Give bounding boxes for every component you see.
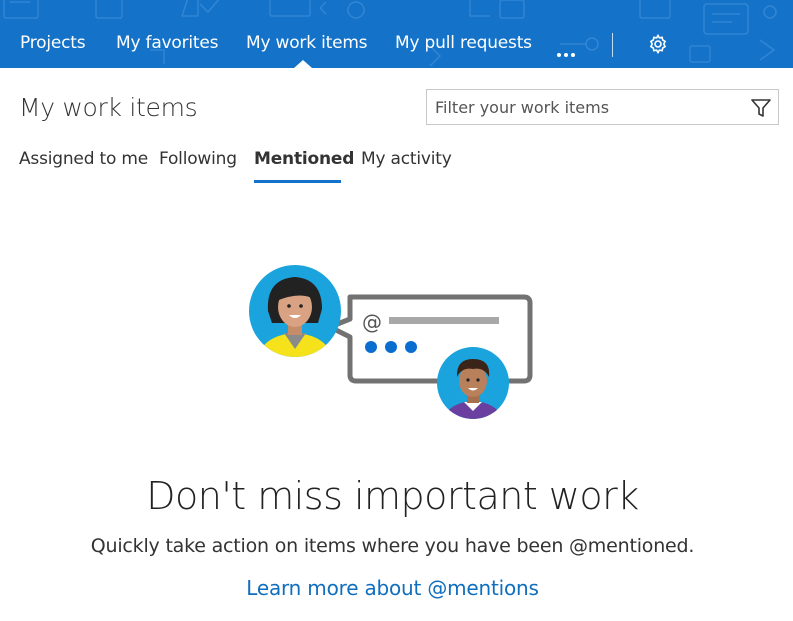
tab-my-activity[interactable]: My activity [361, 149, 452, 169]
mentions-illustration: @ [249, 265, 533, 419]
page-title: My work items [19, 93, 198, 122]
nav-item-projects[interactable]: Projects [20, 33, 86, 53]
woman-avatar-icon [249, 265, 341, 357]
active-tab-indicator [254, 180, 341, 183]
active-nav-indicator [294, 60, 312, 68]
typing-dot [385, 341, 397, 353]
tab-mentioned[interactable]: Mentioned [254, 149, 354, 169]
at-symbol: @ [362, 310, 382, 334]
top-navigation-bar: Projects My favorites My work items My p… [0, 0, 793, 68]
learn-more-link[interactable]: Learn more about @mentions [0, 576, 785, 600]
bubble-text-line [389, 317, 499, 324]
typing-dot [365, 341, 377, 353]
filter-box[interactable] [426, 89, 779, 125]
nav-item-my-pull-requests[interactable]: My pull requests [395, 33, 532, 53]
filter-input[interactable] [435, 96, 735, 118]
tab-assigned-to-me[interactable]: Assigned to me [19, 149, 148, 169]
empty-state-title: Don't miss important work [146, 474, 639, 518]
nav-item-my-work-items[interactable]: My work items [246, 33, 368, 53]
nav-divider [612, 33, 613, 57]
gear-icon[interactable] [648, 34, 668, 54]
funnel-icon[interactable] [750, 97, 772, 119]
ellipsis-icon[interactable] [557, 42, 578, 61]
man-avatar-icon [437, 347, 509, 419]
tab-following[interactable]: Following [159, 149, 237, 169]
empty-state-subtitle: Quickly take action on items where you h… [90, 535, 695, 557]
nav-item-my-favorites[interactable]: My favorites [116, 33, 218, 53]
typing-dot [405, 341, 417, 353]
